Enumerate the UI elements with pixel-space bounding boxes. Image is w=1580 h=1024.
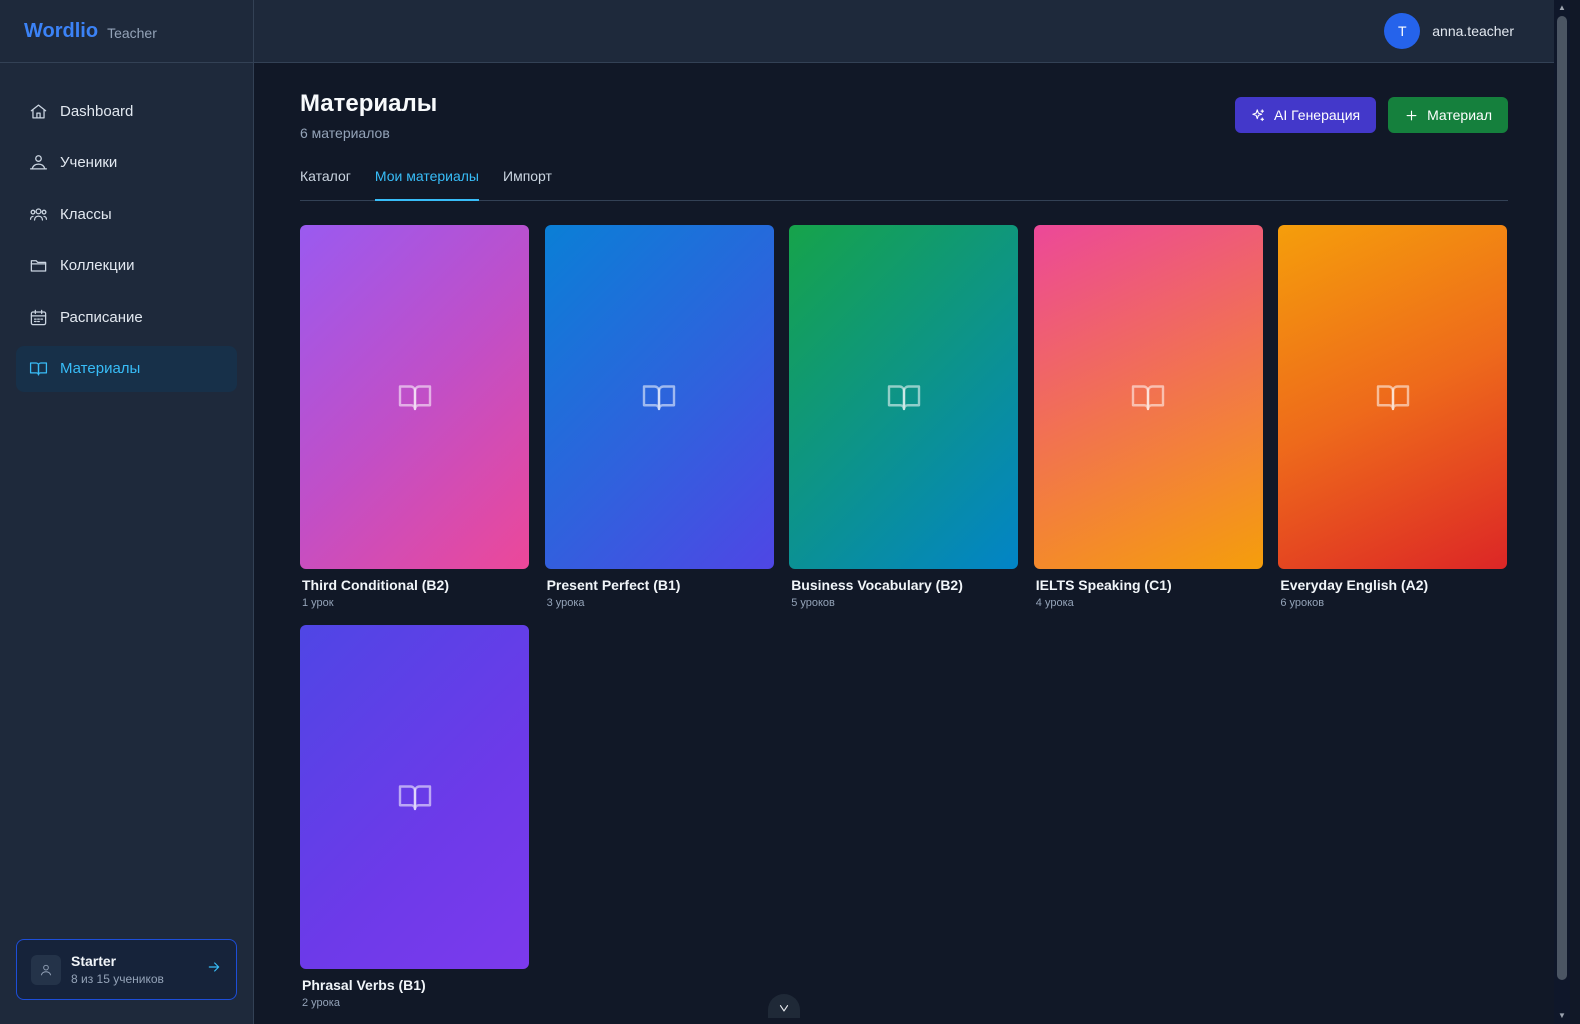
chevron-down-icon <box>779 1005 789 1012</box>
material-cover[interactable] <box>1033 225 1263 569</box>
sidebar-item-label: Ученики <box>60 154 118 172</box>
arrow-right-icon[interactable] <box>206 959 222 980</box>
material-cover[interactable] <box>789 225 1019 569</box>
materials-grid: Third Conditional (B2) 1 урок Present Pe… <box>300 225 1508 1009</box>
add-material-label: Материал <box>1427 107 1492 123</box>
calendar-icon <box>28 307 48 327</box>
add-material-button[interactable]: Материал <box>1388 97 1508 133</box>
material-cover[interactable] <box>300 625 529 969</box>
brand: Wordlio Teacher <box>0 0 253 63</box>
plus-icon <box>1406 110 1417 120</box>
scroll-down-button[interactable] <box>768 994 800 1018</box>
material-title[interactable]: Present Perfect (B1) <box>545 577 774 593</box>
book-icon <box>398 785 431 811</box>
sidebar-item-dashboard[interactable]: Dashboard <box>16 88 237 134</box>
material-card[interactable]: Business Vocabulary (B2) 5 уроков <box>789 225 1019 609</box>
home-icon <box>28 101 48 121</box>
tab-import[interactable]: Импорт <box>503 159 552 201</box>
sidebar-item-label: Материалы <box>60 360 141 378</box>
user-menu[interactable]: T anna.teacher <box>1384 13 1514 49</box>
scrollbar[interactable]: ▲ ▼ <box>1554 0 1570 1024</box>
material-card[interactable]: Everyday English (A2) 6 уроков <box>1278 225 1508 609</box>
scroll-up-arrow-icon[interactable]: ▲ <box>1557 3 1567 13</box>
material-card[interactable]: Phrasal Verbs (B1) 2 урока <box>300 625 529 1009</box>
material-lesson-count: 4 урока <box>1035 597 1074 609</box>
avatar[interactable]: T <box>1384 13 1421 49</box>
material-lesson-count: 2 урока <box>302 997 340 1009</box>
book-icon <box>28 359 48 379</box>
sidebar-item-schedule[interactable]: Расписание <box>16 294 237 340</box>
app-window: Wordlio Teacher Dashboard Ученики Классы… <box>0 0 1580 1024</box>
material-title[interactable]: Everyday English (A2) <box>1278 577 1507 593</box>
material-title[interactable]: Phrasal Verbs (B1) <box>300 977 529 993</box>
material-lesson-count: 6 уроков <box>1280 597 1325 609</box>
ai-generation-button[interactable]: AI Генерация <box>1235 97 1377 133</box>
sidebar-item-label: Коллекции <box>60 257 135 275</box>
sidebar-item-students[interactable]: Ученики <box>16 140 237 186</box>
sidebar-item-label: Расписание <box>60 308 143 326</box>
brand-role: Teacher <box>107 24 157 41</box>
plan-info: Starter 8 из 15 учеников <box>71 953 206 986</box>
material-title[interactable]: Business Vocabulary (B2) <box>789 577 1018 593</box>
ai-generation-label: AI Генерация <box>1274 107 1361 123</box>
material-cover[interactable] <box>544 225 774 569</box>
topbar: T anna.teacher <box>254 0 1554 63</box>
tab-my-materials[interactable]: Мои материалы <box>374 159 479 201</box>
plan-usage: 8 из 15 учеников <box>71 972 164 986</box>
tab-catalog[interactable]: Каталог <box>300 159 351 201</box>
book-icon <box>1376 385 1410 411</box>
sidebar-item-classes[interactable]: Классы <box>16 191 237 237</box>
sidebar-item-collections[interactable]: Коллекции <box>16 243 237 289</box>
materials-count: 6 материалов <box>300 125 390 141</box>
tabs: Каталог Мои материалы Импорт <box>300 159 1508 201</box>
material-lesson-count: 3 урока <box>546 597 585 609</box>
material-card[interactable]: IELTS Speaking (C1) 4 урока <box>1033 225 1263 609</box>
scrollbar-thumb[interactable] <box>1557 16 1567 980</box>
book-icon <box>887 385 920 411</box>
students-icon <box>28 153 48 173</box>
plan-card[interactable]: Starter 8 из 15 учеников <box>16 939 237 1000</box>
user-icon <box>31 954 61 985</box>
page-actions: AI Генерация Материал <box>1235 97 1508 133</box>
brand-logo[interactable]: Wordlio <box>24 20 98 43</box>
sidebar-item-materials[interactable]: Материалы <box>16 345 237 392</box>
scroll-down-arrow-icon[interactable]: ▼ <box>1557 1011 1567 1021</box>
sparkles-icon <box>1252 108 1265 121</box>
material-lesson-count: 1 урок <box>302 597 334 609</box>
sidebar-item-label: Классы <box>60 205 112 223</box>
folder-icon <box>28 256 48 276</box>
material-lesson-count: 5 уроков <box>791 597 835 609</box>
material-card[interactable]: Third Conditional (B2) 1 урок <box>300 225 529 609</box>
sidebar-item-label: Dashboard <box>60 102 134 120</box>
material-card[interactable]: Present Perfect (B1) 3 урока <box>544 225 774 609</box>
user-name[interactable]: anna.teacher <box>1432 23 1514 39</box>
book-icon <box>642 385 676 411</box>
book-icon <box>1132 385 1165 411</box>
page-title: Материалы <box>300 90 438 117</box>
classes-icon <box>28 204 48 224</box>
sidebar: Wordlio Teacher Dashboard Ученики Классы… <box>0 0 254 1024</box>
material-title[interactable]: IELTS Speaking (C1) <box>1034 577 1263 593</box>
material-title[interactable]: Third Conditional (B2) <box>300 577 529 593</box>
material-cover[interactable] <box>1278 225 1508 569</box>
material-cover[interactable] <box>300 225 529 569</box>
plan-name: Starter <box>71 953 117 969</box>
book-icon <box>398 385 431 411</box>
sidebar-nav: Dashboard Ученики Классы Коллекции Распи… <box>0 63 253 392</box>
